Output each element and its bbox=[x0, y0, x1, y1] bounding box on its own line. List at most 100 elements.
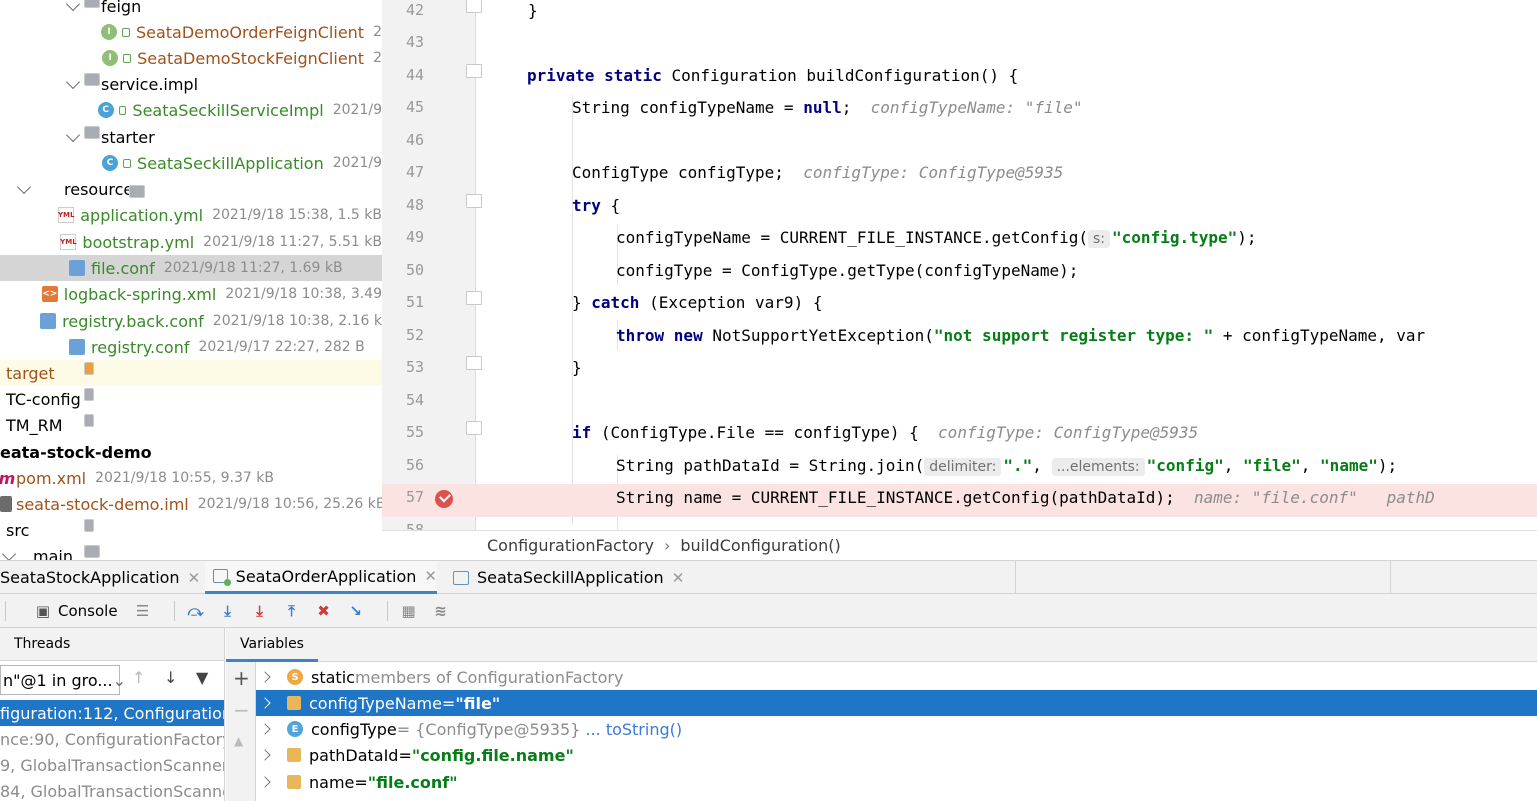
run-to-cursor-icon[interactable]: ↘ bbox=[345, 600, 367, 622]
variable-row[interactable]: E configType = {ConfigType@5935} ... toS… bbox=[256, 716, 1537, 742]
tab-variables[interactable]: Variables bbox=[226, 628, 318, 662]
tree-item-resources[interactable]: resources bbox=[0, 176, 382, 202]
fold-marker-icon[interactable] bbox=[466, 291, 482, 305]
thread-selector[interactable]: n"@1 in gro... ⌄ bbox=[0, 665, 126, 695]
code-line[interactable]: 44 private static Configuration buildCon… bbox=[382, 62, 1537, 95]
code-line[interactable]: 46 bbox=[382, 127, 1537, 160]
tree-item-bootstrap-yml[interactable]: YML bootstrap.yml 2021/9/18 11:27, 5.51 … bbox=[0, 229, 382, 255]
tree-item-registry-conf[interactable]: registry.conf 2021/9/17 22:27, 282 B bbox=[0, 334, 382, 360]
force-step-into-icon[interactable]: ⤓ bbox=[249, 600, 271, 622]
stack-frame[interactable]: 84, GlobalTransactionScanner (io bbox=[0, 778, 224, 801]
close-icon[interactable]: ✕ bbox=[672, 569, 685, 587]
code-line[interactable]: 56 String pathDataId = String.join(delim… bbox=[382, 452, 1537, 485]
folder-icon bbox=[84, 519, 94, 532]
code-line[interactable]: 58 bbox=[382, 517, 1537, 530]
code-line-breakpoint[interactable]: 57 String name = CURRENT_FILE_INSTANCE.g… bbox=[382, 484, 1537, 517]
stack-frame[interactable]: 9, GlobalTransactionScanner (io bbox=[0, 752, 224, 778]
code-line[interactable]: 55 if (ConfigType.File == configType) { … bbox=[382, 419, 1537, 452]
breadcrumb-method[interactable]: buildConfiguration() bbox=[680, 536, 840, 555]
maven-icon: m bbox=[0, 468, 16, 488]
chevron-right-icon[interactable] bbox=[259, 749, 271, 761]
code-line[interactable]: 54 bbox=[382, 387, 1537, 420]
tree-item-service-impl[interactable]: service.impl bbox=[0, 71, 382, 97]
chevron-right-icon[interactable] bbox=[259, 723, 271, 735]
code-line[interactable]: 42 } bbox=[382, 0, 1537, 30]
drop-frame-icon[interactable]: ✖ bbox=[313, 600, 335, 622]
tree-item-starter[interactable]: starter bbox=[0, 124, 382, 150]
class-icon: C bbox=[97, 102, 114, 118]
code-line[interactable]: 45 String configTypeName = null; configT… bbox=[382, 94, 1537, 127]
breadcrumb-class[interactable]: ConfigurationFactory bbox=[487, 536, 654, 555]
stack-frame[interactable]: figuration:112, ConfigurationFa bbox=[0, 700, 224, 726]
field-icon bbox=[287, 775, 301, 789]
tab-seata-seckill-application[interactable]: SeataSeckillApplication ✕ bbox=[445, 561, 695, 594]
variable-row[interactable]: S static members of ConfigurationFactory bbox=[256, 664, 1537, 690]
fold-marker-icon[interactable] bbox=[466, 64, 482, 78]
tree-item-iml[interactable]: seata-stock-demo.iml 2021/9/18 10:56, 25… bbox=[0, 491, 382, 517]
tree-item-seckill-service-impl[interactable]: C SeataSeckillServiceImpl 2021/9 bbox=[0, 97, 382, 123]
chevron-right-icon[interactable] bbox=[259, 776, 271, 788]
step-over-icon[interactable]: ⤓ bbox=[217, 600, 239, 622]
chevron-down-icon[interactable] bbox=[65, 74, 81, 89]
console-tab[interactable]: Console bbox=[58, 602, 118, 620]
tree-item-application-yml[interactable]: YML application.yml 2021/9/18 15:38, 1.5… bbox=[0, 202, 382, 228]
fold-marker-icon[interactable] bbox=[466, 421, 482, 435]
chevron-right-icon[interactable] bbox=[259, 671, 271, 683]
filter-icon[interactable]: ▼ bbox=[196, 668, 208, 687]
close-icon[interactable]: ✕ bbox=[424, 567, 437, 585]
tree-item-src[interactable]: src bbox=[0, 517, 382, 543]
variable-row[interactable]: name = "file.conf" bbox=[256, 769, 1537, 795]
stack-frame[interactable]: nce:90, ConfigurationFactory (io bbox=[0, 726, 224, 752]
breakpoint-icon[interactable] bbox=[435, 490, 453, 508]
to-string-link[interactable]: ... toString() bbox=[585, 720, 682, 739]
code-editor[interactable]: 42 } 43 44 private static Configuration … bbox=[382, 0, 1537, 530]
code-line[interactable]: 49 configTypeName = CURRENT_FILE_INSTANC… bbox=[382, 224, 1537, 257]
code-line[interactable]: 47 ConfigType configType; configType: Co… bbox=[382, 159, 1537, 192]
variable-row[interactable]: pathDataId = "config.file.name" bbox=[256, 742, 1537, 768]
code-line[interactable]: 48 try { bbox=[382, 192, 1537, 225]
code-line[interactable]: 43 bbox=[382, 29, 1537, 62]
chevron-right-icon[interactable] bbox=[259, 697, 271, 709]
move-up-icon[interactable]: ▲ bbox=[234, 734, 243, 748]
variable-row-selected[interactable]: configTypeName = "file" bbox=[256, 690, 1537, 716]
code-line[interactable]: 52 throw new NotSupportYetException("not… bbox=[382, 322, 1537, 355]
tree-item-tc-config[interactable]: TC-config bbox=[0, 386, 382, 412]
tree-item-seckill-application[interactable]: C SeataSeckillApplication 2021/9 bbox=[0, 150, 382, 176]
tree-item-order-feign-client[interactable]: I SeataDemoOrderFeignClient 2 bbox=[0, 19, 382, 45]
arrow-up-icon[interactable]: ↑ bbox=[132, 668, 145, 687]
tree-item-target[interactable]: target bbox=[0, 360, 382, 386]
add-watch-icon[interactable]: + bbox=[233, 666, 250, 690]
step-out-icon[interactable]: ⤒ bbox=[281, 600, 303, 622]
fold-marker-icon[interactable] bbox=[466, 194, 482, 208]
arrow-down-icon[interactable]: ↓ bbox=[164, 668, 177, 687]
chevron-down-icon[interactable] bbox=[1, 546, 17, 560]
tree-item-pom-xml[interactable]: m pom.xml 2021/9/18 10:55, 9.37 kB bbox=[0, 465, 382, 491]
tree-item-main[interactable]: main bbox=[0, 543, 382, 560]
code-line[interactable]: 50 configType = ConfigType.getType(confi… bbox=[382, 257, 1537, 290]
tree-item-registry-back-conf[interactable]: registry.back.conf 2021/9/18 10:38, 2.16… bbox=[0, 308, 382, 334]
hamburger-menu-icon[interactable]: ☰ bbox=[132, 600, 154, 622]
tree-item-tm-rm[interactable]: TM_RM bbox=[0, 412, 382, 438]
interface-icon: I bbox=[102, 50, 119, 66]
tree-item-module-stock-demo[interactable]: eata-stock-demo bbox=[0, 439, 382, 465]
fold-marker-icon[interactable] bbox=[466, 0, 482, 13]
tree-item-stock-feign-client[interactable]: I SeataDemoStockFeignClient 2 bbox=[0, 45, 382, 71]
trace-stream-icon[interactable]: ≋ bbox=[430, 600, 452, 622]
chevron-down-icon[interactable] bbox=[65, 0, 81, 11]
fold-marker-icon[interactable] bbox=[466, 356, 482, 370]
evaluate-expression-icon[interactable]: ▦ bbox=[398, 600, 420, 622]
static-icon: S bbox=[287, 669, 303, 685]
close-icon[interactable]: ✕ bbox=[188, 569, 201, 587]
code-line[interactable]: 51 } catch (Exception var9) { bbox=[382, 289, 1537, 322]
chevron-down-icon[interactable] bbox=[65, 127, 81, 142]
tree-item-logback-xml[interactable]: <> logback-spring.xml 2021/9/18 10:38, 3… bbox=[0, 281, 382, 307]
code-line[interactable]: 53 } bbox=[382, 354, 1537, 387]
chevron-down-icon[interactable] bbox=[16, 179, 32, 194]
remove-watch-icon[interactable]: − bbox=[233, 698, 250, 722]
tab-seata-order-application[interactable]: SeataOrderApplication ✕ bbox=[205, 561, 437, 594]
show-execution-point-icon[interactable]: ⤼ bbox=[185, 600, 207, 622]
tree-item-feign[interactable]: feign bbox=[0, 0, 382, 19]
tab-seata-stock-application[interactable]: SeataStockApplication ✕ bbox=[0, 561, 200, 594]
console-icon: ▣ bbox=[35, 601, 51, 620]
tree-item-file-conf[interactable]: file.conf 2021/9/18 11:27, 1.69 kB bbox=[0, 255, 382, 281]
